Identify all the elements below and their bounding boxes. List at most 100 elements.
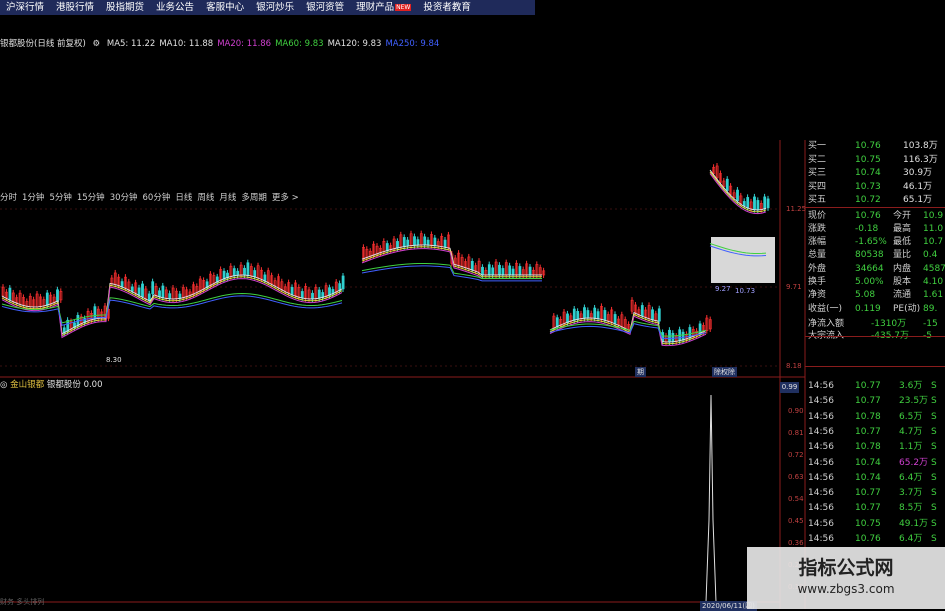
- indicator-axis-tick: 0.72: [788, 451, 804, 459]
- candle: [8, 287, 12, 300]
- candle: [158, 290, 161, 297]
- tick-side: S: [931, 442, 937, 453]
- moving-average-lines: [1, 169, 767, 347]
- candle: [671, 332, 675, 343]
- candle: [725, 178, 729, 191]
- event-marker-exdiv[interactable]: 除权除: [712, 367, 737, 377]
- candle: [413, 236, 416, 246]
- event-marker[interactable]: 期: [635, 367, 646, 377]
- tick-side: S: [931, 518, 937, 529]
- tick-price: 10.77: [855, 488, 881, 499]
- tick-time: 14:56: [808, 503, 834, 514]
- tick-volume: 6.4万: [899, 534, 923, 544]
- tick-volume: 4.7万: [899, 426, 923, 437]
- quote-value: -0.18: [855, 223, 879, 234]
- orderbook-volume: 30.9万: [903, 168, 933, 178]
- indicator-stock: 银都股份: [46, 380, 81, 390]
- candle: [161, 285, 165, 298]
- candle: [491, 267, 495, 276]
- quote-value: 0.119: [855, 303, 881, 314]
- orderbook-label: 买二: [808, 154, 827, 165]
- tick-volume: 1.1万: [899, 442, 923, 453]
- tick-row: 14:56 10.77 3.7万 S: [805, 487, 945, 499]
- candle: [555, 317, 559, 328]
- quote-label: 现价: [808, 210, 827, 221]
- tick-time: 14:56: [808, 488, 834, 499]
- orderbook-volume: 65.1万: [903, 195, 933, 205]
- quote-label: 最低: [893, 237, 912, 248]
- tick-time: 14:56: [808, 518, 834, 529]
- quote-row: 收益(一) 0.119 PE(动) 89.: [805, 303, 945, 315]
- quote-value: 4.10: [923, 277, 944, 287]
- candle: [583, 307, 586, 319]
- orderbook-row[interactable]: 买三 10.74 30.9万: [805, 167, 945, 179]
- candle: [396, 241, 399, 249]
- candle: [508, 265, 512, 276]
- candle: [613, 314, 617, 324]
- candle: [151, 281, 155, 295]
- orderbook-row[interactable]: 买一 10.76 103.8万: [805, 140, 945, 152]
- watermark-title: 指标公式网: [798, 557, 894, 579]
- candle: [487, 264, 491, 276]
- candle: [385, 243, 389, 252]
- tick-row: 14:56 10.78 1.1万 S: [805, 441, 945, 453]
- tick-side: S: [931, 472, 937, 483]
- annotation-right: 10.73: [735, 287, 756, 295]
- tick-time: 14:56: [808, 442, 834, 453]
- candle: [45, 292, 49, 306]
- quote-value: 10.76: [855, 210, 881, 221]
- tick-price: 10.78: [855, 442, 881, 453]
- candle: [766, 198, 770, 209]
- orderbook-row[interactable]: 买二 10.75 116.3万: [805, 154, 945, 166]
- candle: [406, 239, 410, 247]
- axis-top-label: 11.25: [786, 205, 807, 213]
- quote-label: 量比: [893, 250, 912, 261]
- tick-price: 10.75: [855, 518, 881, 529]
- orderbook-price: 10.76: [855, 141, 881, 151]
- orderbook-row[interactable]: 买四 10.73 46.1万: [805, 181, 945, 193]
- axis-mid-label: 9.71: [786, 283, 802, 291]
- flow-row: 净流入额 -1310万 -15: [805, 318, 945, 330]
- tick-side: S: [931, 426, 937, 437]
- candle: [232, 268, 236, 277]
- candle: [433, 237, 437, 246]
- candle: [586, 310, 590, 319]
- quote-label: 净资: [808, 290, 827, 301]
- candle: [596, 311, 600, 319]
- candle: [426, 239, 430, 246]
- candle: [300, 291, 304, 299]
- tick-side: S: [931, 457, 937, 468]
- tick-volume: 3.6万: [899, 381, 923, 391]
- quote-label: 流通: [893, 290, 912, 301]
- tick-row: 14:56 10.76 6.4万 S: [805, 533, 945, 545]
- orderbook-row[interactable]: 买五 10.72 65.1万: [805, 194, 945, 206]
- quote-label: 涨幅: [808, 237, 827, 248]
- tick-time: 14:56: [808, 457, 834, 468]
- candle: [120, 281, 124, 287]
- indicator-axis-tick: 0.36: [788, 539, 804, 547]
- tick-price: 10.76: [855, 534, 881, 544]
- tick-volume: 8.5万: [899, 503, 923, 514]
- candle: [137, 287, 141, 296]
- tick-time: 14:56: [808, 411, 834, 422]
- candle: [603, 310, 607, 321]
- tick-row: 14:56 10.77 23.5万 S: [805, 395, 945, 407]
- candle: [168, 293, 172, 300]
- bottom-left-label: 财务 多头排列: [0, 598, 45, 606]
- candle: [756, 200, 760, 211]
- tick-time: 14:56: [808, 534, 834, 544]
- quote-label: PE(动): [893, 303, 921, 314]
- selection-box[interactable]: [711, 237, 775, 283]
- candle: [147, 293, 151, 301]
- orderbook-volume: 46.1万: [903, 181, 933, 192]
- candle: [566, 313, 569, 323]
- orderbook-label: 买三: [808, 168, 827, 178]
- orderbook-volume: 103.8万: [903, 141, 938, 151]
- quote-row: 涨跌 -0.18 最高 11.0: [805, 223, 945, 235]
- candle: [572, 308, 576, 321]
- candle: [93, 306, 97, 320]
- tick-side: S: [931, 396, 937, 407]
- quote-label: 最高: [893, 223, 912, 234]
- candle: [423, 236, 427, 246]
- orderbook-price: 10.75: [855, 154, 881, 165]
